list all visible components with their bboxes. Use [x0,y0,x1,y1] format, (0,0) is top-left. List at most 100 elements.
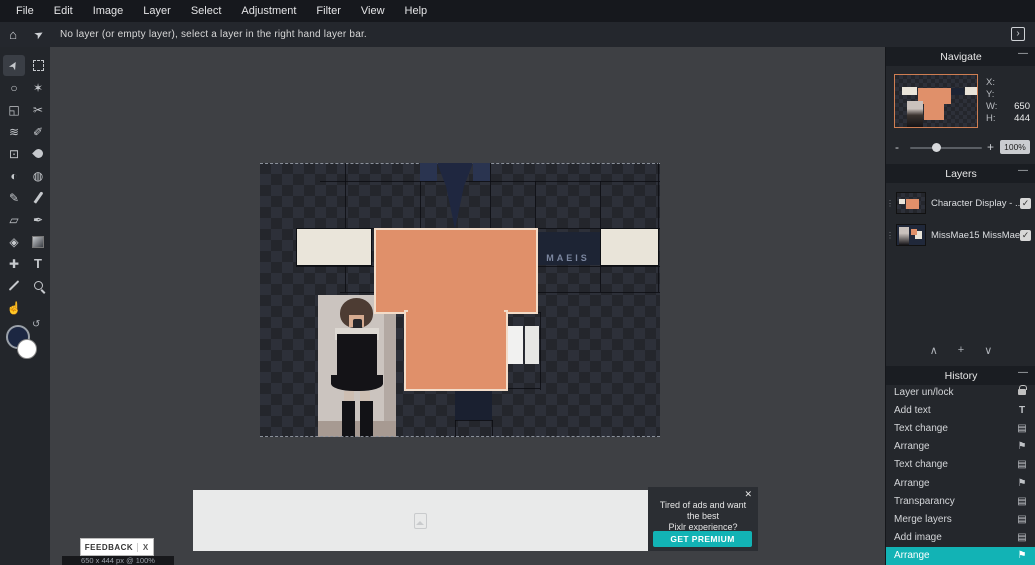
history-item[interactable]: Arrange ⚑ [886,438,1035,456]
history-item[interactable]: Arrange ⚑ [886,474,1035,492]
tool-cutout[interactable]: ✂ [27,99,49,120]
eyedropper-icon [8,280,20,291]
expand-panel-icon[interactable]: › [1011,27,1025,41]
feedback-close[interactable]: X [137,542,153,552]
history-item[interactable]: Add text T [886,401,1035,419]
tool-eyedropper[interactable] [3,275,25,296]
menu-adjustment[interactable]: Adjustment [231,5,306,17]
tool-lasso[interactable]: ○ [3,77,25,98]
home-icon[interactable]: ⌂ [0,27,26,42]
layer-row[interactable]: ⋮⋮ MissMae15 MissMae... ✓ [886,220,1035,250]
move-layer-up-button[interactable]: ∧ [930,344,938,360]
layers-panel-header: Layers — [886,164,1035,183]
thumb-shape [899,199,905,204]
layer-row[interactable]: ⋮⋮ Character Display - ... ✓ [886,188,1035,218]
menu-image[interactable]: Image [83,5,134,17]
x-label: X: [986,77,995,88]
navigate-thumbnail[interactable] [894,74,978,128]
tool-marquee[interactable] [27,55,49,76]
swap-colors-icon[interactable]: ↺ [32,319,40,330]
history-item[interactable]: Transparancy ▤ [886,492,1035,510]
tool-wand[interactable]: ✶ [27,77,49,98]
history-item[interactable]: Text change ▤ [886,419,1035,437]
liquify-icon: ≋ [8,124,20,139]
tool-dodge-burn[interactable]: ◐ [3,165,25,186]
canvas-skin-image[interactable]: MAEIS [260,163,660,437]
menu-edit[interactable]: Edit [44,5,83,17]
tool-liquify[interactable]: ≋ [3,121,25,142]
layer-visibility-checkbox[interactable]: ✓ [1020,229,1031,241]
zoom-out-button[interactable]: - [895,140,899,154]
thumb-shape [902,87,917,95]
history-item-active[interactable]: Arrange ⚑ [886,546,1035,565]
history-item[interactable]: Add image ▤ [886,529,1035,547]
minimize-history-icon[interactable]: — [1018,367,1028,378]
minimize-navigate-icon[interactable]: — [1018,48,1028,59]
zoom-slider-knob[interactable] [932,143,941,152]
add-layer-button[interactable]: + [958,344,964,360]
menu-file[interactable]: File [6,5,44,17]
fill-bucket-icon: ◈ [9,234,19,249]
tool-gradient[interactable] [27,231,49,252]
get-premium-button[interactable]: GET PREMIUM [653,531,752,547]
text-icon: T [1018,404,1026,416]
layer-visibility-checkbox[interactable]: ✓ [1020,197,1031,209]
history-item[interactable]: Merge layers ▤ [886,510,1035,528]
menu-filter[interactable]: Filter [306,5,350,17]
tool-crop[interactable]: ◱ [3,99,25,120]
ad-banner[interactable] [193,490,648,551]
tool-text[interactable]: T [27,253,49,274]
tool-pencil[interactable]: ✎ [3,187,25,208]
zoom-value[interactable]: 100% [1000,140,1030,154]
tool-hand[interactable]: ☝ [3,297,25,318]
drag-grip-icon[interactable]: ⋮⋮ [886,231,901,240]
pixlr-pointer-icon[interactable]: ➤ [24,22,53,46]
tool-clone[interactable]: ⊡ [3,143,25,164]
tool-ink[interactable]: ✒ [27,209,49,230]
zoom-in-button[interactable]: + [987,140,994,154]
tool-eraser[interactable]: ▱ [3,209,25,230]
layer-name: Character Display - ... [931,197,1020,209]
tool-sponge[interactable]: ◍ [27,165,49,186]
move-layer-down-button[interactable]: ∨ [984,344,992,360]
menu-help[interactable]: Help [395,5,438,17]
drag-grip-icon[interactable]: ⋮⋮ [886,199,901,208]
layers-title: Layers [945,167,977,180]
tool-fill[interactable]: ◈ [3,231,25,252]
lasso-icon: ○ [10,80,18,95]
thumb-shape [906,199,919,209]
premium-message: Tired of ads and want the best Pixlr exp… [648,487,758,533]
sponge-icon: ◍ [32,168,44,183]
tool-zoom[interactable] [27,275,49,296]
premium-message-line1: Tired of ads and want the best [659,500,747,521]
tool-patch[interactable]: ✚ [3,253,25,274]
photo-dress-flare [331,375,383,391]
tool-brush[interactable] [27,187,49,208]
history-item-label: Merge layers [894,513,952,525]
history-item[interactable]: Layer un/lock [886,383,1035,401]
crop-icon: ◱ [8,102,20,117]
skin-shirt-top [376,230,536,312]
history-item[interactable]: Text change ▤ [886,456,1035,474]
tool-move[interactable]: ➤ [3,55,25,76]
canvas-size-status: 650 x 444 px @ 100% [62,556,174,565]
minimize-layers-icon[interactable]: — [1018,165,1028,176]
page-icon: ▤ [1017,495,1027,507]
y-label: Y: [986,89,995,100]
color-swatches[interactable]: ↺ [0,319,50,385]
photo-floor [318,421,396,437]
grid-line [540,312,541,390]
check-icon: ✓ [1021,197,1030,208]
tool-pen[interactable]: ✐ [27,121,49,142]
tool-heal[interactable] [27,143,49,164]
menu-layer[interactable]: Layer [133,5,181,17]
menu-select[interactable]: Select [181,5,232,17]
grid-line [506,312,541,313]
zoom-controls: - + 100% [886,139,1035,157]
zoom-slider[interactable] [910,143,982,152]
close-ad-icon[interactable]: ✕ [744,489,752,500]
feedback-button[interactable]: FEEDBACK X [80,538,154,556]
background-color[interactable] [17,339,37,359]
menu-view[interactable]: View [351,5,395,17]
photo-boot [342,401,355,437]
